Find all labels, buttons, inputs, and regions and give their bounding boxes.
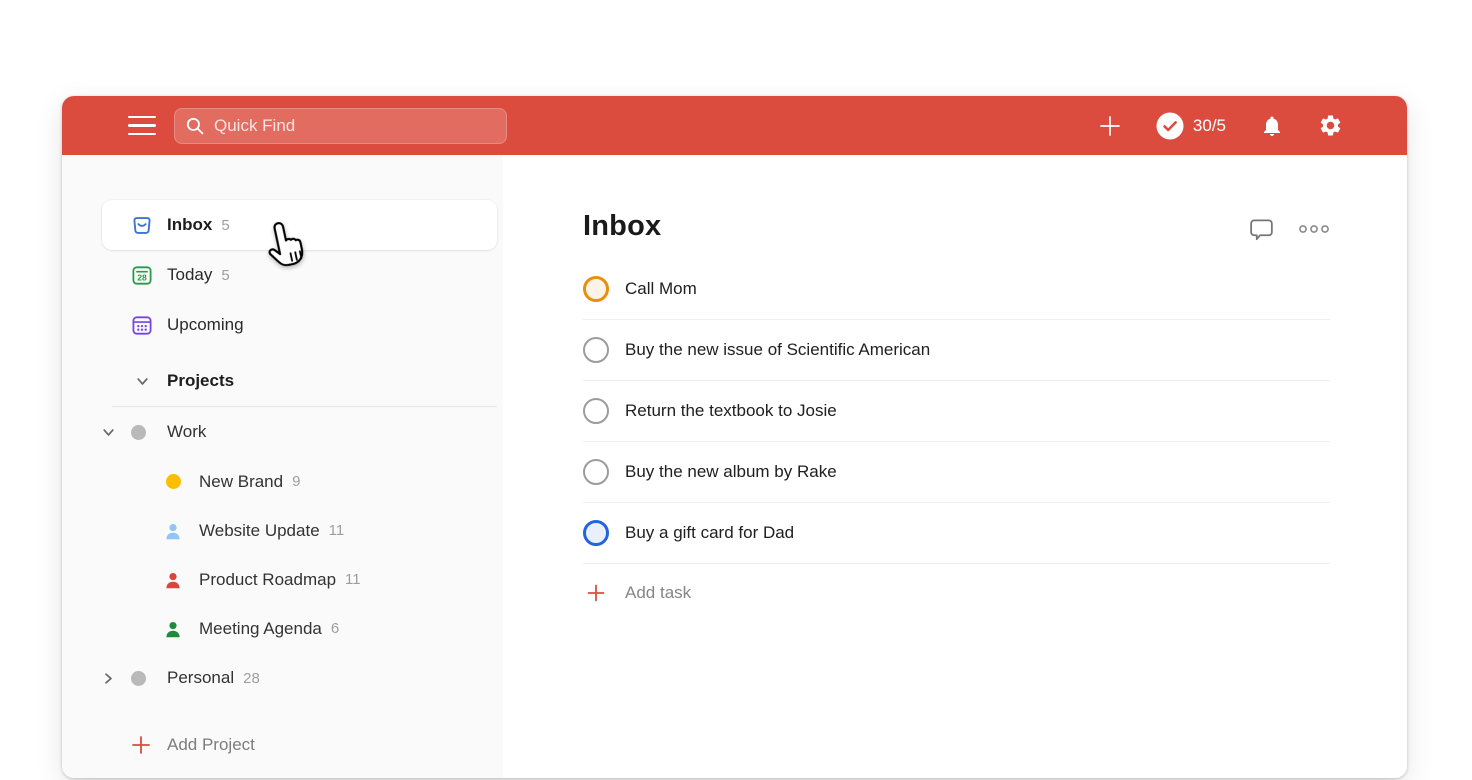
- task-checkbox[interactable]: [583, 398, 609, 424]
- sidebar-item-upcoming[interactable]: Upcoming: [62, 300, 503, 350]
- quick-find-search[interactable]: [174, 107, 507, 144]
- project-color-dot: [127, 424, 149, 440]
- person-icon: [162, 570, 184, 590]
- main-content: Inbox Call Mom Buy the new issue of Scie…: [503, 155, 1407, 778]
- sidebar-project-work[interactable]: Work: [62, 407, 503, 457]
- settings-gear-icon[interactable]: [1318, 113, 1343, 138]
- completed-counter-text: 30/5: [1192, 115, 1226, 135]
- project-color-dot: [127, 670, 149, 686]
- sidebar-item-inbox[interactable]: Inbox 5: [102, 200, 497, 250]
- project-count: 11: [345, 571, 361, 588]
- project-label: Personal: [167, 668, 235, 687]
- add-task-label: Add task: [625, 583, 692, 602]
- search-input[interactable]: [214, 115, 496, 136]
- chevron-down-icon[interactable]: [97, 425, 119, 440]
- add-task-plus-icon[interactable]: [1098, 114, 1122, 138]
- sidebar-project-new-brand[interactable]: New Brand 9: [62, 457, 503, 506]
- sidebar-project-product-roadmap[interactable]: Product Roadmap 11: [62, 555, 503, 604]
- person-icon: [162, 619, 184, 639]
- sidebar-item-label: Upcoming: [167, 315, 244, 334]
- task-list: Call Mom Buy the new issue of Scientific…: [583, 259, 1330, 622]
- project-count: 11: [328, 522, 345, 539]
- task-checkbox[interactable]: [583, 337, 609, 363]
- top-bar: 30/5: [62, 96, 1407, 155]
- project-label: Product Roadmap: [199, 569, 337, 589]
- task-label: Buy the new album by Rake: [625, 462, 837, 481]
- project-label: Work: [167, 422, 207, 441]
- task-row[interactable]: Buy the new issue of Scientific American: [583, 320, 1330, 381]
- project-count: 6: [330, 620, 340, 637]
- search-icon: [186, 117, 204, 134]
- todoist-app-window: 30/5: [62, 96, 1407, 778]
- upcoming-calendar-icon: [131, 314, 153, 337]
- project-color-dot: [162, 474, 184, 489]
- sidebar: Inbox 5 28 Today 5 Upcoming Projects Wor…: [62, 155, 503, 778]
- inbox-icon: [131, 214, 153, 237]
- sidebar-project-meeting-agenda[interactable]: Meeting Agenda 6: [62, 604, 503, 653]
- chevron-right-icon[interactable]: [97, 671, 119, 686]
- sidebar-project-personal[interactable]: Personal 28: [62, 653, 503, 703]
- project-label: Meeting Agenda: [199, 618, 322, 638]
- sidebar-item-today[interactable]: 28 Today 5: [62, 250, 503, 300]
- comments-icon[interactable]: [1247, 215, 1276, 244]
- check-circle-icon: [1156, 112, 1184, 139]
- sidebar-item-count: 5: [221, 266, 230, 284]
- task-label: Call Mom: [625, 279, 697, 298]
- completed-counter-badge[interactable]: 30/5: [1156, 112, 1226, 140]
- plus-icon: [130, 734, 152, 756]
- sidebar-item-label: Inbox: [167, 215, 213, 234]
- project-count: 28: [243, 669, 260, 687]
- task-label: Buy a gift card for Dad: [625, 523, 795, 542]
- sidebar-projects-header[interactable]: Projects: [62, 356, 503, 406]
- project-count: 9: [292, 473, 301, 490]
- add-task-button[interactable]: Add task: [583, 564, 1330, 622]
- add-project-button[interactable]: Add Project: [62, 727, 503, 763]
- task-checkbox[interactable]: [583, 520, 609, 546]
- menu-hamburger-icon[interactable]: [128, 115, 156, 136]
- svg-text:28: 28: [137, 272, 147, 282]
- task-row[interactable]: Buy a gift card for Dad: [583, 503, 1330, 564]
- task-checkbox[interactable]: [583, 459, 609, 485]
- task-label: Buy the new issue of Scientific American: [625, 340, 931, 359]
- task-label: Return the textbook to Josie: [625, 401, 837, 420]
- topbar-actions: 30/5: [1098, 112, 1343, 140]
- sidebar-project-website-update[interactable]: Website Update 11: [62, 506, 503, 555]
- person-icon: [162, 521, 184, 541]
- more-options-icon[interactable]: [1298, 223, 1330, 235]
- notifications-bell-icon[interactable]: [1260, 114, 1284, 138]
- projects-header-label: Projects: [167, 371, 235, 390]
- add-project-label: Add Project: [167, 735, 255, 754]
- sidebar-item-count: 5: [221, 216, 230, 234]
- project-label: Website Update: [199, 520, 320, 540]
- task-row[interactable]: Return the textbook to Josie: [583, 381, 1330, 442]
- plus-icon: [583, 582, 609, 604]
- task-checkbox[interactable]: [583, 276, 609, 302]
- sidebar-item-label: Today: [167, 265, 213, 284]
- page-title: Inbox: [583, 209, 662, 242]
- chevron-down-icon: [131, 374, 153, 389]
- today-calendar-icon: 28: [131, 264, 153, 287]
- project-label: New Brand: [199, 471, 284, 491]
- task-row[interactable]: Buy the new album by Rake: [583, 442, 1330, 503]
- task-row[interactable]: Call Mom: [583, 259, 1330, 320]
